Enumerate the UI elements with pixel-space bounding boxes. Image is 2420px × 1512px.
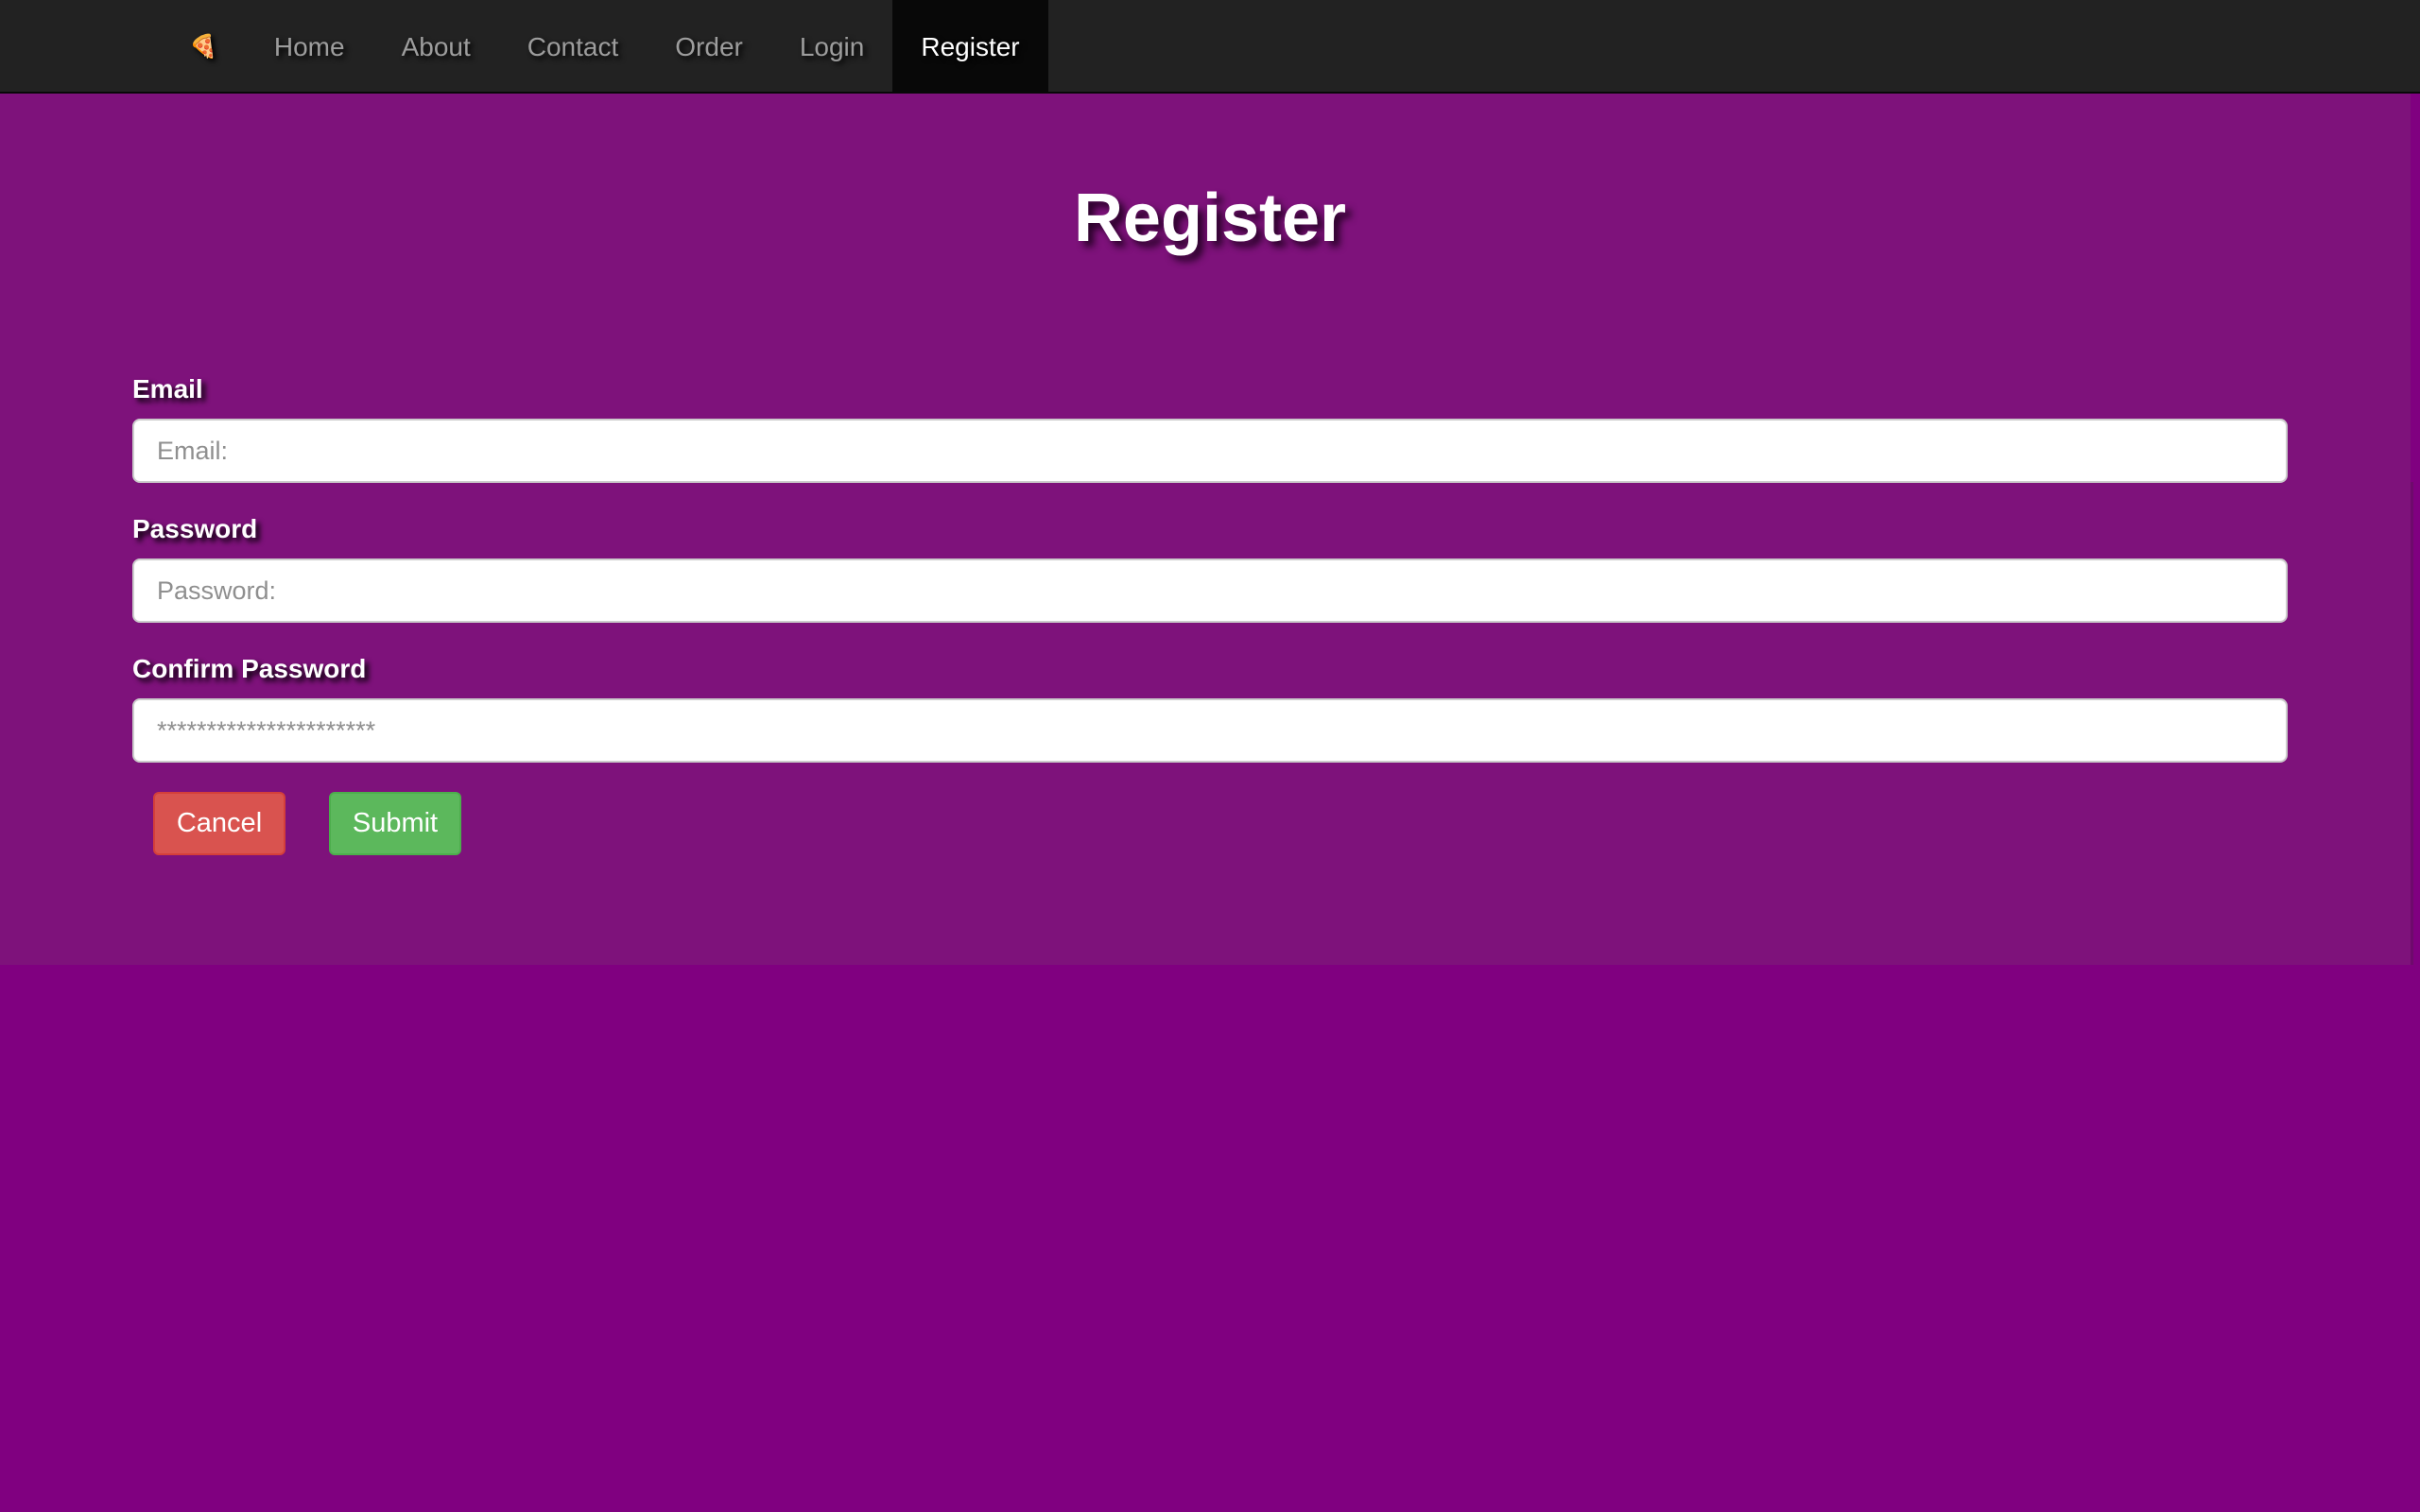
page-title: Register [1073,180,1347,256]
top-navbar: 🍕 Home About Contact Order Login Registe… [0,0,2420,94]
confirm-password-field[interactable] [132,698,2288,763]
nav-menu: 🍕 Home About Contact Order Login Registe… [168,0,1048,94]
nav-item-contact[interactable]: Contact [499,0,648,94]
email-field[interactable] [132,419,2288,483]
email-label: Email [132,374,203,404]
cancel-button[interactable]: Cancel [153,792,285,855]
confirm-password-label: Confirm Password [132,654,367,683]
nav-item-login[interactable]: Login [771,0,893,94]
nav-item-register[interactable]: Register [892,0,1048,94]
password-field[interactable] [132,558,2288,623]
submit-button[interactable]: Submit [329,792,461,855]
brand-link[interactable]: 🍕 [168,0,246,94]
pizza-icon: 🍕 [189,34,217,60]
panel-edge [2411,482,2413,965]
nav-item-order[interactable]: Order [647,0,771,94]
password-label: Password [132,514,258,543]
nav-item-about[interactable]: About [373,0,499,94]
nav-item-home[interactable]: Home [246,0,373,94]
